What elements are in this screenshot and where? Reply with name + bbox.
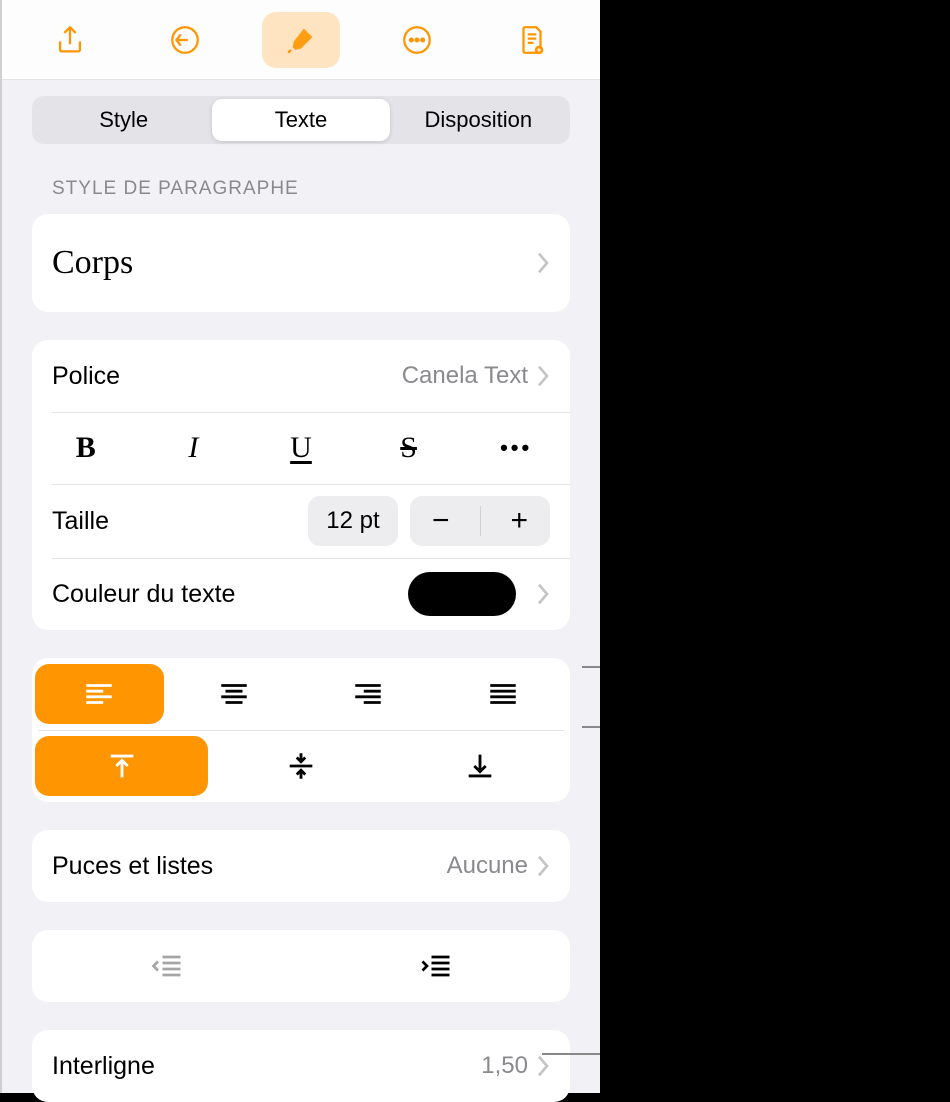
horizontal-align-row xyxy=(32,658,570,730)
size-row: Taille 12 pt − + xyxy=(32,484,570,558)
size-decrease-button[interactable]: − xyxy=(432,504,450,538)
valign-middle-button[interactable] xyxy=(214,736,387,796)
alignment-card xyxy=(32,658,570,802)
align-right-icon xyxy=(351,677,385,711)
ellipsis-circle-icon xyxy=(400,23,434,57)
callout-line xyxy=(582,666,602,668)
align-right-button[interactable] xyxy=(304,664,433,724)
tab-style[interactable]: Style xyxy=(35,99,212,141)
valign-bottom-icon xyxy=(463,749,497,783)
bold-button[interactable]: B xyxy=(32,412,140,484)
bullets-label: Puces et listes xyxy=(52,852,447,881)
indent-button[interactable] xyxy=(301,930,570,1002)
size-label: Taille xyxy=(52,507,308,536)
bullets-card: Puces et listes Aucune xyxy=(32,830,570,902)
chevron-right-icon xyxy=(536,364,550,388)
undo-button[interactable] xyxy=(146,12,224,68)
outdent-icon xyxy=(149,948,185,984)
strikethrough-button[interactable]: S xyxy=(355,412,463,484)
tab-texte[interactable]: Texte xyxy=(212,99,389,141)
paragraph-style-value: Corps xyxy=(52,216,536,310)
align-left-icon xyxy=(82,677,116,711)
size-increase-button[interactable]: + xyxy=(510,504,528,538)
format-panel: Style Texte Disposition STYLE DE PARAGRA… xyxy=(0,0,600,1093)
line-spacing-card: Interligne 1,50 xyxy=(32,1030,570,1102)
align-justify-icon xyxy=(486,677,520,711)
chevron-right-icon xyxy=(536,582,550,606)
valign-middle-icon xyxy=(284,749,318,783)
valign-top-button[interactable] xyxy=(35,736,208,796)
bullets-row[interactable]: Puces et listes Aucune xyxy=(32,830,570,902)
indent-row xyxy=(32,930,570,1002)
toolbar xyxy=(2,0,600,80)
more-button[interactable] xyxy=(378,12,456,68)
size-value[interactable]: 12 pt xyxy=(308,496,398,546)
font-card: Police Canela Text B I U S ••• Taille 12… xyxy=(32,340,570,630)
valign-bottom-button[interactable] xyxy=(394,736,567,796)
paragraph-style-row[interactable]: Corps xyxy=(32,214,570,312)
format-tabs: Style Texte Disposition xyxy=(32,96,570,144)
paintbrush-icon xyxy=(284,23,318,57)
chevron-right-icon xyxy=(536,854,550,878)
share-icon xyxy=(53,23,87,57)
font-value: Canela Text xyxy=(402,362,528,390)
size-stepper: − + xyxy=(410,496,550,546)
font-style-row: B I U S ••• xyxy=(32,412,570,484)
chevron-right-icon xyxy=(536,1054,550,1078)
format-button[interactable] xyxy=(262,12,340,68)
align-justify-button[interactable] xyxy=(439,664,568,724)
align-center-icon xyxy=(217,677,251,711)
tab-disposition[interactable]: Disposition xyxy=(390,99,567,141)
align-left-button[interactable] xyxy=(35,664,164,724)
outdent-button[interactable] xyxy=(32,930,301,1002)
paragraph-style-card: Corps xyxy=(32,214,570,312)
chevron-right-icon xyxy=(536,251,550,275)
document-eye-icon xyxy=(515,23,549,57)
text-color-label: Couleur du texte xyxy=(52,580,408,609)
indent-icon xyxy=(418,948,454,984)
color-swatch[interactable] xyxy=(408,572,516,616)
text-color-row[interactable]: Couleur du texte xyxy=(32,558,570,630)
bullets-value: Aucune xyxy=(447,852,528,880)
align-center-button[interactable] xyxy=(170,664,299,724)
font-row[interactable]: Police Canela Text xyxy=(32,340,570,412)
line-spacing-value: 1,50 xyxy=(481,1052,528,1080)
more-font-options-button[interactable]: ••• xyxy=(462,412,570,484)
paragraph-style-header: STYLE DE PARAGRAPHE xyxy=(52,178,550,200)
line-spacing-label: Interligne xyxy=(52,1052,481,1081)
valign-top-icon xyxy=(105,749,139,783)
vertical-align-row xyxy=(32,730,570,802)
italic-button[interactable]: I xyxy=(140,412,248,484)
underline-button[interactable]: U xyxy=(247,412,355,484)
share-button[interactable] xyxy=(31,12,109,68)
line-spacing-row[interactable]: Interligne 1,50 xyxy=(32,1030,570,1102)
indent-card xyxy=(32,930,570,1002)
background-area xyxy=(600,0,950,1093)
callout-line xyxy=(582,726,602,728)
document-view-button[interactable] xyxy=(493,12,571,68)
font-label: Police xyxy=(52,362,402,391)
undo-icon xyxy=(168,23,202,57)
